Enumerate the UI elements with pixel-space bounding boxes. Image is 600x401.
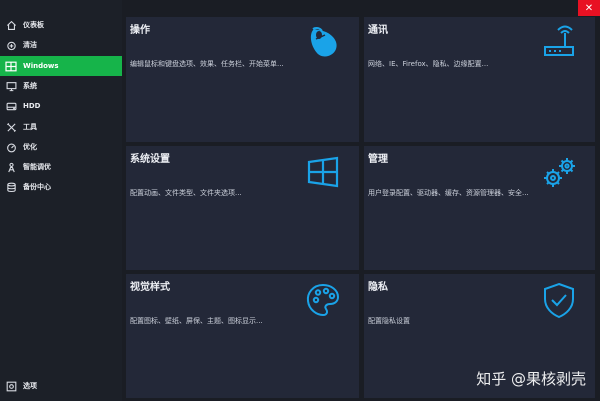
sidebar-item-windows[interactable]: Windows	[0, 56, 122, 76]
sidebar-item-tools[interactable]: 工具	[0, 117, 122, 137]
drive-icon	[5, 100, 17, 112]
home-icon	[5, 19, 17, 31]
tools-icon	[5, 121, 17, 133]
tile-title: 系统设置	[130, 154, 170, 165]
sidebar-item-backup[interactable]: 备份中心	[0, 177, 122, 197]
close-icon: ✕	[584, 2, 594, 14]
palette-icon	[303, 280, 343, 320]
sidebar-item-label: 备份中心	[23, 183, 51, 191]
tile-visual-style[interactable]: 视觉样式 配置图标、壁纸、屏保、主题、图标显示...	[126, 274, 359, 398]
clean-icon	[5, 39, 17, 51]
gauge-icon	[5, 141, 17, 153]
sidebar-item-system[interactable]: 系统	[0, 76, 122, 96]
tile-operation[interactable]: 操作 编辑鼠标和键盘选项、效果、任务栏、开始菜单...	[126, 17, 359, 142]
sidebar-item-clean[interactable]: 清洁	[0, 35, 122, 55]
monitor-icon	[5, 80, 17, 92]
tile-description: 配置隐私设置	[368, 317, 410, 325]
tile-title: 操作	[130, 25, 150, 36]
tile-description: 网络、IE、Firefox、隐私、边缘配置...	[368, 60, 489, 68]
smart-tune-icon	[5, 161, 17, 173]
tile-management[interactable]: 管理 用户登录配置、驱动器、缓存、资源管理器、安全...	[364, 146, 595, 270]
sidebar-item-label: 智能调优	[23, 163, 51, 171]
tile-description: 用户登录配置、驱动器、缓存、资源管理器、安全...	[368, 189, 529, 197]
mouse-icon	[303, 23, 343, 63]
shield-check-icon	[539, 280, 579, 320]
sidebar-item-smart-tune[interactable]: 智能调优	[0, 157, 122, 177]
tile-description: 配置动画、文件类型、文件夹选项...	[130, 189, 242, 197]
tile-title: 视觉样式	[130, 282, 170, 293]
close-button[interactable]: ✕	[578, 0, 600, 16]
tile-title: 管理	[368, 154, 388, 165]
tile-communication[interactable]: 通讯 网络、IE、Firefox、隐私、边缘配置...	[364, 17, 595, 142]
sidebar-item-label: 仪表板	[23, 21, 44, 29]
sidebar-item-settings[interactable]: 选项	[0, 376, 122, 396]
watermark: 知乎 @果核剥壳	[476, 370, 586, 388]
sidebar-item-label: 优化	[23, 143, 37, 151]
sidebar-item-label: 清洁	[23, 41, 37, 49]
tile-description: 编辑鼠标和键盘选项、效果、任务栏、开始菜单...	[130, 60, 284, 68]
windows-logo-icon	[303, 152, 343, 192]
sidebar-item-hdd[interactable]: HDD	[0, 96, 122, 116]
sidebar-item-label: Windows	[23, 62, 59, 70]
sidebar-item-optimize[interactable]: 优化	[0, 137, 122, 157]
gears-icon	[539, 152, 579, 192]
settings-icon	[5, 380, 17, 392]
sidebar: 仪表板 清洁 Windows 系统 HDD 工具 优化 智能调优 备份中心 选项	[0, 0, 122, 401]
sidebar-item-label: HDD	[23, 102, 41, 110]
sidebar-item-label: 工具	[23, 123, 37, 131]
window-icon	[5, 60, 17, 72]
router-icon	[539, 23, 579, 63]
sidebar-item-label: 选项	[23, 382, 37, 390]
tile-title: 隐私	[368, 282, 388, 293]
sidebar-item-label: 系统	[23, 82, 37, 90]
backup-icon	[5, 181, 17, 193]
sidebar-item-dashboard[interactable]: 仪表板	[0, 15, 122, 35]
tile-title: 通讯	[368, 25, 388, 36]
tile-system-settings[interactable]: 系统设置 配置动画、文件类型、文件夹选项...	[126, 146, 359, 270]
tile-description: 配置图标、壁纸、屏保、主题、图标显示...	[130, 317, 263, 325]
